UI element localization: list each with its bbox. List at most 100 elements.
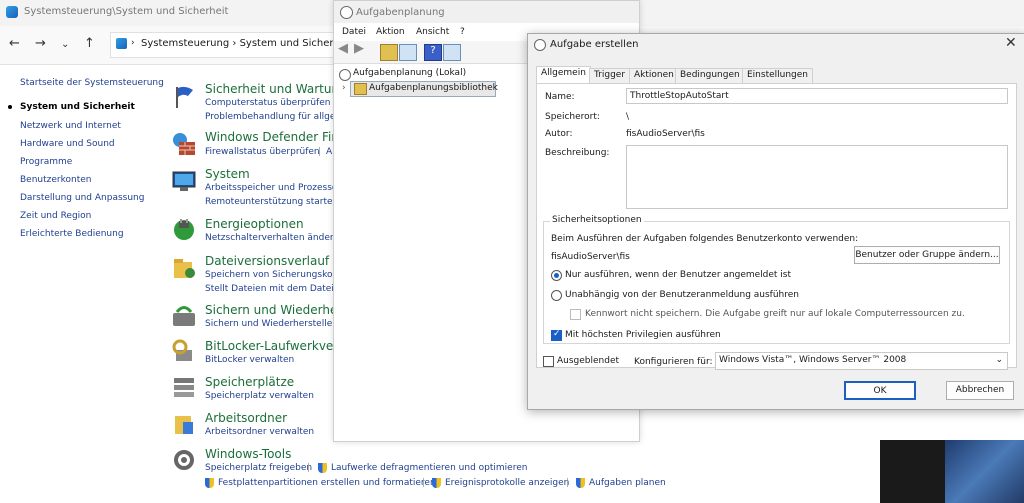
- shield-icon: [576, 478, 585, 491]
- address-cp-icon: [116, 38, 127, 49]
- link-check-status[interactable]: Computerstatus überprüfen und: [205, 98, 350, 108]
- highest-privileges-label[interactable]: Mit höchsten Privilegien ausführen: [565, 330, 721, 340]
- link-event-logs[interactable]: Ereignisprotokolle anzeigen: [445, 478, 569, 488]
- link-firewall-status[interactable]: Firewallstatus überprüfen: [205, 147, 320, 157]
- radio-logged-on[interactable]: [551, 270, 562, 281]
- radio-independent-label[interactable]: Unabhängig von der Benutzeranmeldung aus…: [565, 290, 799, 300]
- category-title-file-history[interactable]: Dateiversionsverlauf: [205, 254, 329, 268]
- ts-titlebar: Aufgabenplanung: [334, 1, 639, 23]
- work-folder-icon: [171, 410, 197, 436]
- sidebar-item-system-security[interactable]: System und Sicherheit: [20, 102, 135, 112]
- link-restore-files[interactable]: Stellt Dateien mit dem Dateiver: [205, 284, 348, 294]
- category-title-security-maintenance[interactable]: Sicherheit und Wartung: [205, 82, 347, 96]
- link-separator: |: [422, 478, 426, 488]
- link-storage-manage[interactable]: Speicherplatz verwalten: [205, 391, 314, 401]
- clock-icon: [534, 39, 546, 51]
- radio-independent[interactable]: [551, 290, 562, 301]
- category-title-firewall[interactable]: Windows Defender Firew: [205, 130, 353, 144]
- link-bitlocker-manage[interactable]: BitLocker verwalten: [205, 355, 294, 365]
- name-label: Name:: [545, 92, 575, 102]
- link-firewall-more[interactable]: A: [326, 147, 332, 157]
- checkbox-hidden[interactable]: [543, 356, 554, 367]
- tree-root[interactable]: Aufgabenplanung (Lokal): [353, 68, 466, 78]
- bitlocker-icon: [171, 338, 197, 364]
- forward-arrow-icon[interactable]: ▶: [354, 41, 370, 56]
- link-separator: |: [318, 147, 322, 157]
- show-hide-tree-icon[interactable]: [399, 44, 417, 61]
- link-backup-copies[interactable]: Speichern von Sicherungskopie: [205, 270, 346, 280]
- tools-icon: [171, 447, 197, 473]
- menu-datei[interactable]: Datei: [342, 27, 366, 37]
- sidebar-item-network[interactable]: Netzwerk und Internet: [20, 121, 121, 131]
- category-title-work-folders[interactable]: Arbeitsordner: [205, 411, 287, 425]
- location-label: Speicherort:: [545, 112, 600, 122]
- active-bullet-icon: [8, 105, 12, 109]
- account-prompt: Beim Ausführen der Aufgaben folgendes Be…: [551, 234, 859, 244]
- link-troubleshoot[interactable]: Problembehandlung für allgem: [205, 112, 344, 122]
- forward-arrow-icon[interactable]: →: [35, 36, 46, 51]
- link-memory-cpu[interactable]: Arbeitsspeicher und Prozessorg: [205, 183, 347, 193]
- tree-library[interactable]: Aufgabenplanungsbibliothek: [369, 83, 498, 93]
- change-user-button[interactable]: Benutzer oder Gruppe ändern...: [854, 246, 1000, 264]
- category-title-storage-spaces[interactable]: Speicherplätze: [205, 375, 294, 389]
- category-title-backup[interactable]: Sichern und Wiederhers: [205, 303, 349, 317]
- menu-aktion[interactable]: Aktion: [376, 27, 405, 37]
- category-title-windows-tools[interactable]: Windows-Tools: [205, 447, 291, 461]
- menu-ansicht[interactable]: Ansicht: [416, 27, 449, 37]
- cancel-button[interactable]: Abbrechen: [946, 381, 1014, 400]
- sidebar-item-user-accounts[interactable]: Benutzerkonten: [20, 175, 91, 185]
- back-arrow-icon[interactable]: ◀: [338, 41, 354, 56]
- no-password-label: Kennwort nicht speichern. Die Aufgabe gr…: [585, 309, 965, 319]
- close-icon[interactable]: ✕: [1005, 35, 1017, 51]
- category-title-power[interactable]: Energieoptionen: [205, 217, 304, 231]
- sidebar-item-region[interactable]: Zeit und Region: [20, 211, 91, 221]
- menu-help[interactable]: ?: [460, 27, 465, 37]
- link-power-button[interactable]: Netzschalterverhalten ändern: [205, 233, 339, 243]
- link-schedule-tasks[interactable]: Aufgaben planen: [589, 478, 666, 488]
- wallpaper-image: [945, 440, 1024, 503]
- sidebar-item-accessibility[interactable]: Erleichterte Bedienung: [20, 229, 124, 239]
- link-defragment[interactable]: Laufwerke defragmentieren und optimieren: [331, 463, 527, 473]
- sidebar-item-hardware[interactable]: Hardware und Sound: [20, 139, 115, 149]
- hidden-label[interactable]: Ausgeblendet: [557, 356, 619, 366]
- chevron-down-icon: ⌄: [995, 355, 1003, 365]
- chevron-right-icon[interactable]: ›: [342, 83, 346, 93]
- radio-logged-on-label[interactable]: Nur ausführen, wenn der Benutzer angemel…: [565, 270, 791, 280]
- description-label: Beschreibung:: [545, 148, 610, 158]
- chevron-down-icon[interactable]: ⌄: [61, 39, 69, 50]
- create-task-dialog: Aufgabe erstellen ✕ Allgemein Trigger Ak…: [527, 33, 1024, 410]
- link-work-folders-manage[interactable]: Arbeitsordner verwalten: [205, 427, 314, 437]
- flag-icon: [171, 84, 197, 110]
- properties-icon[interactable]: [443, 44, 461, 61]
- sidebar-item-home[interactable]: Startseite der Systemsteuerung: [20, 78, 164, 88]
- backup-icon: [171, 303, 197, 329]
- link-remote-assistance[interactable]: Remoteunterstützung starten: [205, 197, 338, 207]
- breadcrumb-separator-icon: ›: [131, 38, 135, 48]
- category-title-system[interactable]: System: [205, 167, 250, 181]
- configure-label: Konfigurieren für:: [634, 357, 713, 367]
- link-free-space[interactable]: Speicherplatz freigeben: [205, 463, 312, 473]
- configure-select[interactable]: Windows Vista™, Windows Server™ 2008 ⌄: [715, 352, 1008, 370]
- link-backup-restore[interactable]: Sichern und Wiederherstellen (W: [205, 319, 353, 329]
- sidebar-item-programs[interactable]: Programme: [20, 157, 72, 167]
- security-options-title: Sicherheitsoptionen: [550, 215, 644, 225]
- category-title-bitlocker[interactable]: BitLocker-Laufwerkversc: [205, 339, 351, 353]
- link-disk-partitions[interactable]: Festplattenpartitionen erstellen und for…: [218, 478, 436, 488]
- breadcrumb-item-systemsteuerung[interactable]: Systemsteuerung: [141, 38, 229, 49]
- back-arrow-icon[interactable]: ←: [9, 36, 20, 51]
- checkbox-highest-privileges[interactable]: [551, 329, 562, 341]
- breadcrumb-separator-icon: ›: [232, 38, 240, 49]
- account-value: fisAudioServer\fis: [551, 252, 630, 262]
- sidebar-item-appearance[interactable]: Darstellung und Anpassung: [20, 193, 144, 203]
- checkbox-no-password[interactable]: [570, 309, 581, 320]
- configure-select-value: Windows Vista™, Windows Server™ 2008: [719, 355, 907, 365]
- up-arrow-icon[interactable]: ↑: [84, 36, 95, 51]
- breadcrumb: Systemsteuerung › System und Sicherheit: [141, 38, 353, 49]
- name-input[interactable]: ThrottleStopAutoStart: [626, 88, 1008, 104]
- link-separator: |: [566, 478, 570, 488]
- help-icon[interactable]: ?: [424, 44, 442, 61]
- ok-button[interactable]: OK: [844, 381, 916, 400]
- monitor-icon: [171, 168, 197, 194]
- folder-up-icon[interactable]: [380, 44, 398, 61]
- description-textarea[interactable]: [626, 145, 1008, 209]
